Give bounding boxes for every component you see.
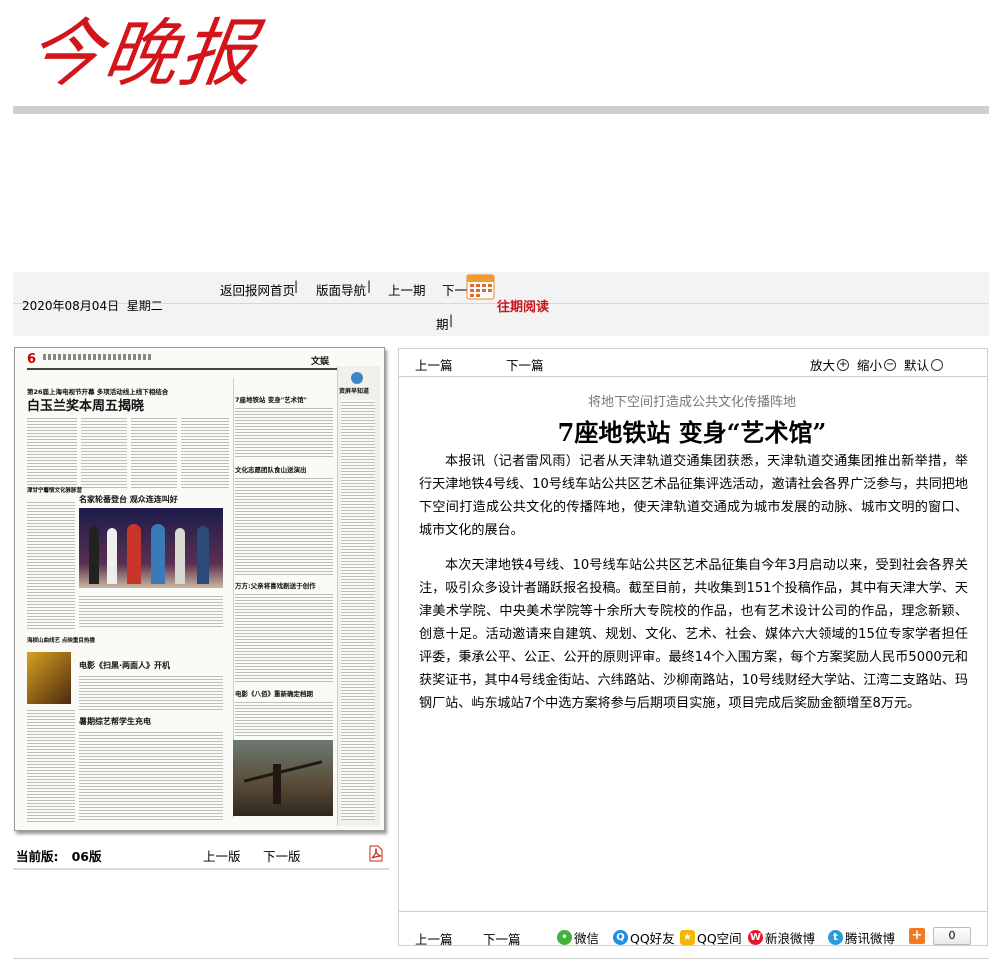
- share-wechat[interactable]: • 微信: [557, 928, 599, 947]
- masthead-divider: [13, 106, 989, 114]
- share-qq[interactable]: Q QQ好友: [613, 928, 675, 947]
- next-article-link-bottom[interactable]: 下一篇: [483, 929, 521, 948]
- zoom-default-icon[interactable]: [931, 358, 944, 371]
- weibo-icon: W: [748, 930, 763, 945]
- prev-issue-link[interactable]: 上一期: [388, 280, 426, 299]
- war-film-photo: [233, 740, 333, 816]
- stage-photo: [79, 508, 223, 588]
- headline-mid: 名家轮番登台 观众连连叫好: [79, 495, 178, 504]
- headline-main: 白玉兰奖本周五揭晓: [27, 399, 145, 414]
- section-name: 文娱: [311, 357, 330, 367]
- qzone-star-icon: ★: [680, 930, 695, 945]
- zoom-default-button[interactable]: 默认: [904, 355, 929, 374]
- left-footer-divider: [13, 868, 389, 870]
- next-issue-link[interactable]: 下一: [442, 280, 467, 299]
- headline-side-2: 海棂山曲线艺 点映重目热播: [27, 638, 95, 644]
- nav-separator: |: [294, 279, 299, 293]
- qq-icon: Q: [613, 930, 628, 945]
- zoom-out-icon[interactable]: −: [884, 358, 897, 371]
- home-link[interactable]: 返回报网首页: [220, 280, 295, 299]
- archive-link[interactable]: 往期阅读: [497, 296, 549, 315]
- concert-photo: [27, 652, 71, 704]
- headline-variety: 暑期综艺帮学生充电: [79, 717, 151, 726]
- headline-film-1: 电影《扫黑·两面人》开机: [79, 661, 171, 670]
- prev-article-link-bottom[interactable]: 上一篇: [415, 929, 453, 948]
- prev-article-link[interactable]: 上一篇: [415, 355, 453, 374]
- newspaper-logo: 今晚报: [21, 11, 263, 97]
- article-subtitle: 将地下空间打造成公共文化传播阵地: [587, 395, 796, 410]
- article-paragraph: 本次天津地铁4号线、10号线车站公共区艺术品征集自今年3月启动以来，受到社会各界…: [419, 558, 968, 711]
- next-article-link[interactable]: 下一篇: [506, 355, 544, 374]
- share-qzone[interactable]: ★ QQ空间: [680, 928, 742, 947]
- share-count: 0: [933, 927, 971, 945]
- next-issue-link-wrap[interactable]: 期: [436, 314, 449, 333]
- headline-film-2: 电影《八佰》重新确定档期: [235, 690, 313, 698]
- pdf-icon[interactable]: [368, 845, 384, 862]
- nav-separator: |: [367, 279, 372, 293]
- share-more[interactable]: + 0: [909, 927, 971, 945]
- current-page-label: 当前版: 06版: [16, 849, 102, 864]
- next-page-link[interactable]: 下一版: [263, 846, 301, 865]
- calendar-icon[interactable]: [466, 272, 495, 300]
- layout-nav-link[interactable]: 版面导航: [316, 280, 366, 299]
- prev-page-link[interactable]: 上一版: [203, 846, 241, 865]
- page-bottom-divider: [13, 958, 989, 959]
- zoom-in-button[interactable]: 放大: [810, 355, 835, 374]
- headline-volunteers: 文化志愿团队食山送演出: [235, 466, 307, 474]
- zoom-controls: 放大 + 缩小 − 默认: [810, 355, 944, 374]
- tencent-weibo-icon: t: [828, 930, 843, 945]
- zoom-out-button[interactable]: 缩小: [857, 355, 882, 374]
- headline-side-1: 津甘宁馨情文化脉脉营: [27, 488, 83, 494]
- article-title: 7座地铁站 变身“艺术馆”: [557, 418, 827, 447]
- share-sina-weibo[interactable]: W 新浪微博: [748, 928, 815, 947]
- article-paragraph: 本报讯（记者雷风雨）记者从天津轨道交通集团获悉，天津轨道交通集团推出新举措，举行…: [419, 454, 968, 538]
- globe-icon: [351, 372, 363, 384]
- page-header-meta: [43, 354, 153, 360]
- share-tencent-weibo[interactable]: t 腾讯微博: [828, 928, 895, 947]
- headline-wanfang: 万方:父亲将喜戏剧送于创作: [235, 582, 316, 590]
- headline-metro: 7座地铁站 变身"艺术馆": [235, 396, 308, 404]
- newspaper-page-thumbnail[interactable]: 6 文娱 资屏早知道 第26届上海电视节开幕 多项活动线上线下相结合 白玉兰奖本…: [14, 347, 385, 831]
- zoom-in-icon[interactable]: +: [837, 358, 850, 371]
- page-number: 6: [27, 352, 37, 367]
- plus-icon: +: [909, 928, 925, 944]
- nav-separator: |: [449, 313, 454, 327]
- wechat-icon: •: [557, 930, 572, 945]
- sidebar-title: 资屏早知道: [339, 388, 370, 395]
- issue-date: 2020年08月04日 星期二: [22, 299, 163, 313]
